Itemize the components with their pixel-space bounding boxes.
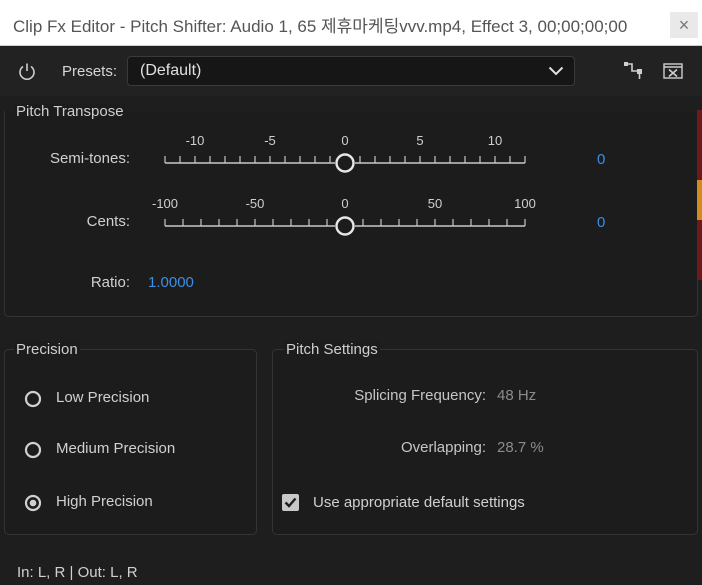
radio-selected-icon — [24, 494, 42, 512]
checkmark-icon — [284, 497, 297, 508]
default-settings-checkbox[interactable] — [282, 494, 299, 511]
radio-label: Low Precision — [56, 389, 150, 406]
precision-title: Precision — [14, 341, 80, 358]
window-close-button[interactable]: × — [670, 12, 698, 38]
default-settings-label[interactable]: Use appropriate default settings — [313, 494, 525, 511]
cents-value[interactable]: 0 — [597, 214, 605, 231]
cents-slider[interactable] — [160, 209, 530, 239]
presets-dropdown[interactable]: (Default) — [127, 56, 575, 86]
pitch-settings-title: Pitch Settings — [284, 341, 380, 358]
toolbar: Presets: (Default) — [0, 46, 702, 96]
title-bar: Clip Fx Editor - Pitch Shifter: Audio 1,… — [0, 0, 702, 46]
radio-icon — [24, 441, 42, 459]
splicing-frequency-label: Splicing Frequency: — [354, 387, 486, 404]
radio-label: Medium Precision — [56, 440, 176, 457]
semitones-value[interactable]: 0 — [597, 151, 605, 168]
presets-selected-value: (Default) — [140, 62, 202, 79]
io-channels: In: L, R | Out: L, R — [17, 564, 138, 581]
radio-icon — [24, 390, 42, 408]
radio-label: High Precision — [56, 493, 153, 510]
slider-thumb[interactable] — [335, 216, 355, 236]
semitones-label: Semi-tones: — [49, 150, 130, 167]
background-window-strip-accent — [697, 180, 702, 220]
window-title: Clip Fx Editor - Pitch Shifter: Audio 1,… — [13, 17, 628, 36]
power-icon[interactable] — [17, 62, 37, 82]
splicing-frequency-value[interactable]: 48 Hz — [497, 387, 536, 404]
ratio-value: 1.0000 — [148, 274, 194, 291]
slider-thumb[interactable] — [335, 153, 355, 173]
overlapping-label: Overlapping: — [400, 439, 486, 456]
close-effect-icon[interactable] — [663, 63, 683, 79]
overlapping-value[interactable]: 28.7 % — [497, 439, 544, 456]
semitones-slider[interactable] — [160, 146, 530, 176]
pitch-transpose-title: Pitch Transpose — [14, 103, 126, 120]
chevron-down-icon — [548, 66, 564, 76]
presets-label: Presets: — [62, 63, 118, 80]
routing-icon[interactable] — [624, 62, 644, 80]
ratio-label: Ratio: — [90, 274, 130, 291]
cents-label: Cents: — [86, 213, 130, 230]
